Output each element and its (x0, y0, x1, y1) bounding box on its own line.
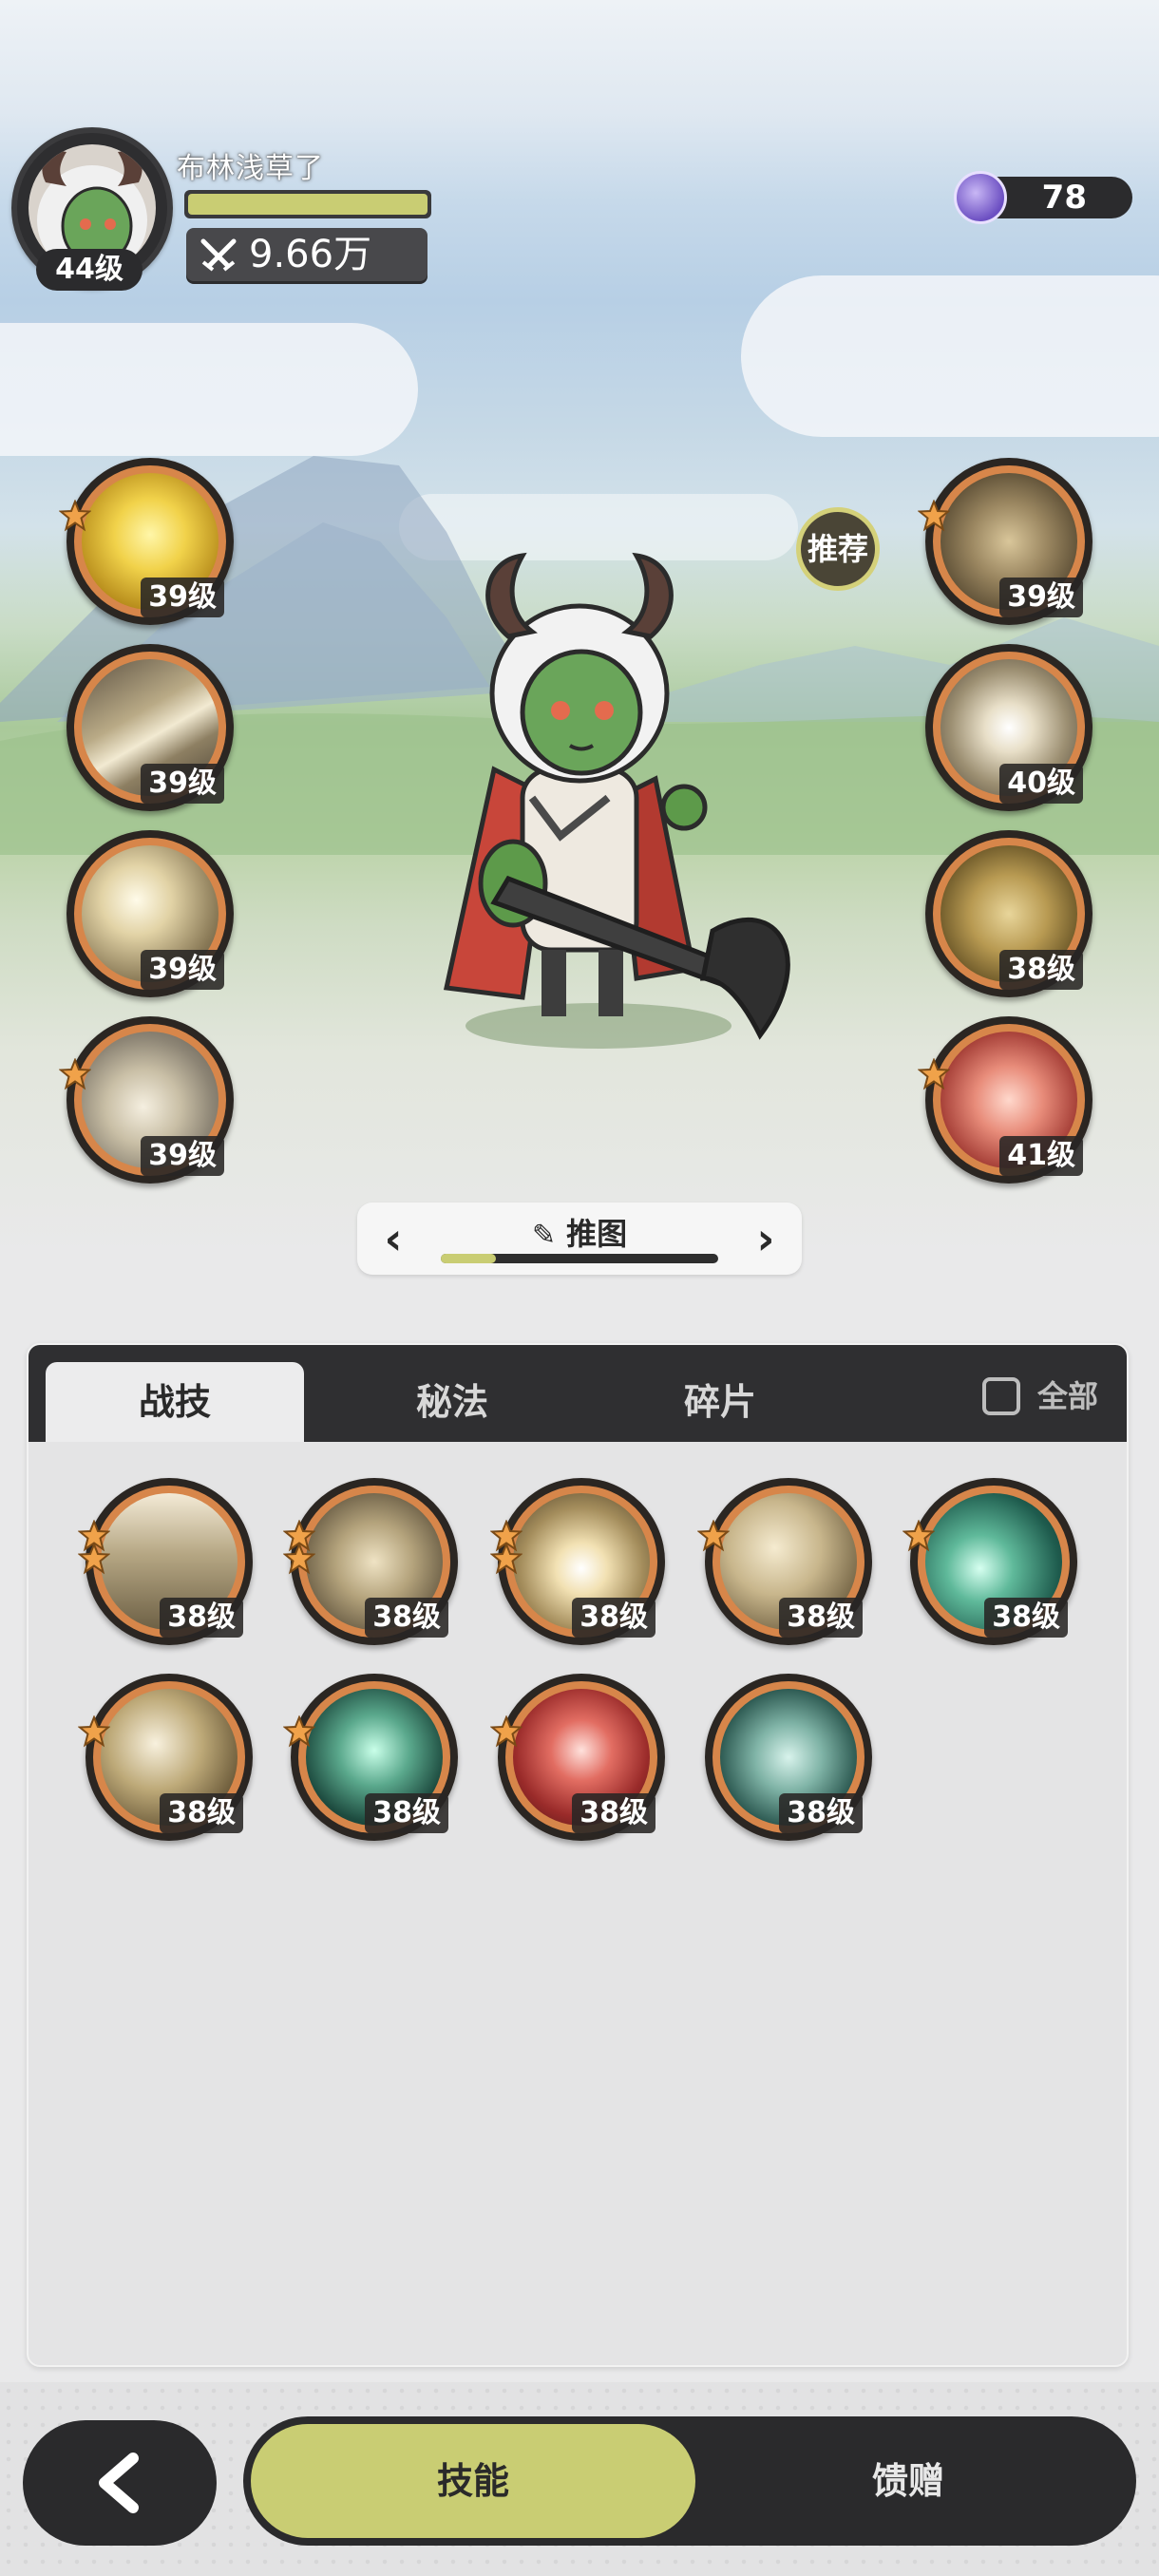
equipped-skill-slot[interactable]: 39级 (66, 458, 234, 625)
stage-progress-fill (441, 1254, 497, 1263)
skill-tabs: 战技 秘法 碎片 全部 (28, 1345, 1127, 1442)
purple-character-token-icon (954, 171, 1007, 224)
skill-level: 38级 (572, 1598, 656, 1638)
equipped-skill-slot[interactable]: 39级 (925, 458, 1092, 625)
skill-level: 39级 (141, 578, 224, 617)
star-icon (58, 1057, 92, 1090)
star-icon (489, 1542, 523, 1575)
currency-counter[interactable]: 78 (954, 171, 1132, 224)
equipped-skill-slot[interactable]: 41级 (925, 1016, 1092, 1184)
skill-card[interactable]: 38级 (705, 1478, 872, 1645)
currency-value: 78 (1041, 179, 1087, 217)
skill-level: 38级 (572, 1793, 656, 1833)
skill-level: 38级 (160, 1598, 243, 1638)
skill-level: 41级 (999, 1136, 1083, 1176)
skill-card[interactable]: 38级 (498, 1478, 665, 1645)
skill-card[interactable]: 38级 (705, 1674, 872, 1841)
skill-level: 40级 (999, 764, 1083, 804)
star-icon (77, 1542, 111, 1575)
edit-pencil-icon: ✎ (531, 1219, 556, 1252)
skill-card[interactable]: 38级 (498, 1674, 665, 1841)
recommend-button[interactable]: 推荐 (796, 507, 880, 591)
star-icon (282, 1542, 316, 1575)
combat-power: 9.66万 (186, 228, 428, 281)
skill-panel: 战技 秘法 碎片 全部 38级 38级 38级 38级 38级 38级 38级 38级 38级 (27, 1343, 1129, 2367)
back-arrow-icon (99, 2453, 139, 2513)
skill-card[interactable]: 38级 (86, 1674, 253, 1841)
hero-character (443, 552, 790, 1049)
star-icon (917, 1057, 951, 1090)
show-all-label: 全部 (1036, 1378, 1098, 1414)
checkbox-icon[interactable] (981, 1377, 1020, 1415)
bottom-bar: 技能 馈赠 (0, 2382, 1159, 2576)
back-button[interactable] (23, 2420, 217, 2546)
exp-bar-fill (188, 194, 428, 215)
skill-level: 39级 (141, 950, 224, 990)
crossed-swords-icon (200, 238, 237, 272)
skill-card[interactable]: 38级 (291, 1674, 458, 1841)
equipped-skill-slot[interactable]: 38级 (925, 830, 1092, 997)
skill-level: 39级 (141, 764, 224, 804)
skill-level: 38级 (984, 1598, 1068, 1638)
stage-selector: ‹ ✎ 推图 › (357, 1203, 802, 1275)
skill-level: 38级 (779, 1793, 863, 1833)
tab-fragments[interactable]: 碎片 (591, 1362, 849, 1442)
skill-level: 38级 (160, 1793, 243, 1833)
player-name: 布林浅草了 (177, 152, 324, 185)
stage-name: 推图 (566, 1216, 628, 1252)
tab-combat-skills[interactable]: 战技 (46, 1362, 304, 1442)
star-icon (902, 1519, 936, 1552)
star-icon (58, 499, 92, 532)
skill-level: 38级 (365, 1598, 448, 1638)
equipped-skill-slot[interactable]: 40级 (925, 644, 1092, 811)
star-icon (696, 1519, 731, 1552)
next-arrow-icon[interactable]: › (741, 1214, 790, 1263)
skill-level: 39级 (999, 578, 1083, 617)
nav-tab-skills[interactable]: 技能 (251, 2424, 695, 2538)
equipped-skill-slot[interactable]: 39级 (66, 830, 234, 997)
skill-level: 38级 (779, 1598, 863, 1638)
star-icon (917, 499, 951, 532)
stage-label: ✎ 推图 (357, 1210, 802, 1254)
tab-secret-arts[interactable]: 秘法 (323, 1362, 581, 1442)
star-icon (489, 1714, 523, 1748)
combat-power-value: 9.66万 (249, 233, 372, 276)
skill-level: 38级 (999, 950, 1083, 990)
exp-bar (184, 190, 431, 218)
skill-level: 38级 (365, 1793, 448, 1833)
equipped-skill-slot[interactable]: 39级 (66, 1016, 234, 1184)
star-icon (282, 1714, 316, 1748)
skill-card[interactable]: 38级 (910, 1478, 1077, 1645)
skill-card[interactable]: 38级 (291, 1478, 458, 1645)
equipped-skill-slot[interactable]: 39级 (66, 644, 234, 811)
star-icon (77, 1714, 111, 1748)
stage-progress-bar (441, 1254, 718, 1263)
show-all-toggle[interactable]: 全部 (981, 1375, 1098, 1417)
skill-card[interactable]: 38级 (86, 1478, 253, 1645)
skill-level: 39级 (141, 1136, 224, 1176)
nav-tab-gifts[interactable]: 馈赠 (686, 2424, 1130, 2538)
player-level: 44级 (36, 249, 142, 291)
bottom-nav-tabs: 技能 馈赠 (243, 2416, 1136, 2546)
